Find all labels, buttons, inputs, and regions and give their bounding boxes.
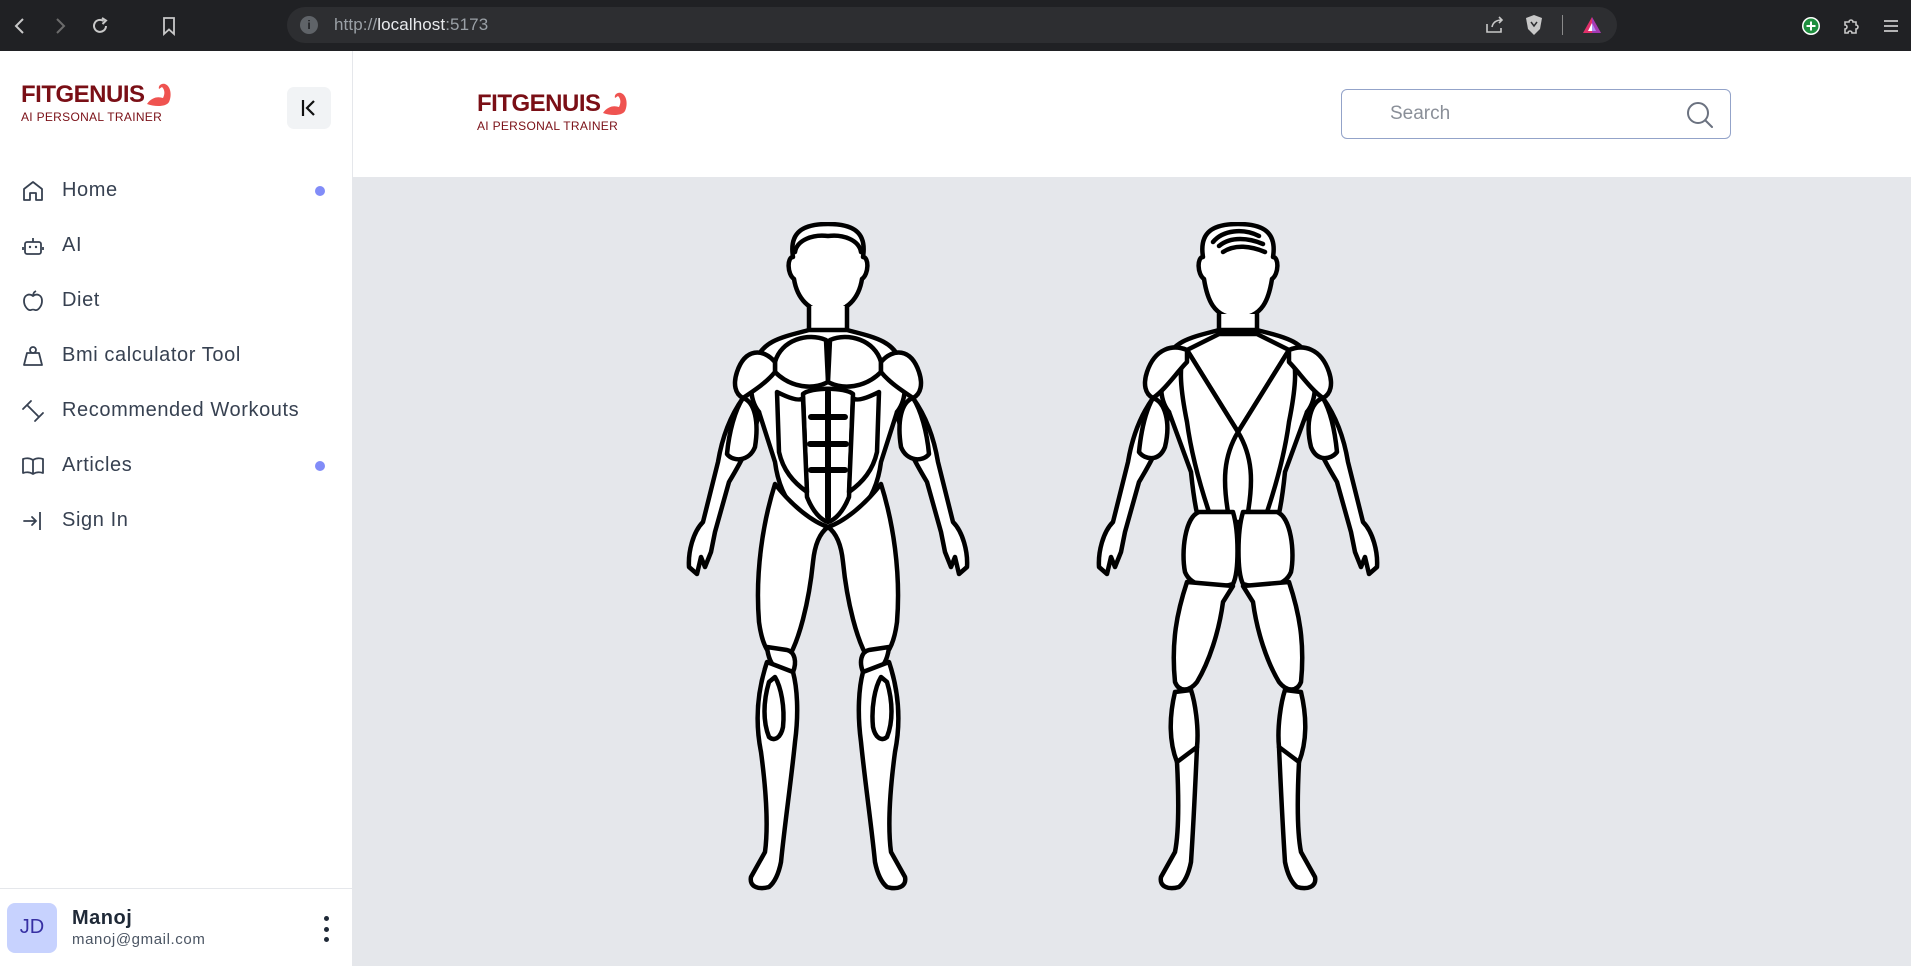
- reload-icon: [93, 16, 108, 33]
- user-name: Manoj: [72, 907, 133, 929]
- chevron-right-icon: [56, 17, 66, 34]
- url-host: localhost: [377, 15, 446, 34]
- avatar[interactable]: JD: [7, 902, 57, 953]
- chevron-left-icon: [14, 17, 24, 34]
- address-bar[interactable]: i http://localhost:5173: [287, 7, 1617, 43]
- sidebar-item-label: Recommended Workouts: [62, 399, 300, 421]
- robot-icon: [22, 237, 44, 255]
- brave-shield-icon[interactable]: [1524, 14, 1544, 36]
- search-input[interactable]: [1390, 103, 1670, 125]
- weight-icon: [23, 345, 43, 366]
- bookmark-icon: [163, 16, 175, 36]
- sidebar-item-label: Diet: [62, 289, 100, 311]
- sidebar-item-diet[interactable]: Diet: [20, 273, 333, 328]
- collapse-sidebar-button[interactable]: [287, 87, 331, 129]
- back-body-figure[interactable]: [1073, 222, 1403, 912]
- forward-button[interactable]: [40, 0, 80, 51]
- extensions-icon[interactable]: [1841, 16, 1861, 36]
- book-icon: [22, 456, 44, 475]
- share-icon[interactable]: [1484, 15, 1506, 35]
- apple-icon: [23, 289, 43, 311]
- sidebar-brand-logo[interactable]: FITGENUIS AI PERSONAL TRAINER: [21, 81, 173, 124]
- user-profile-card[interactable]: JD Manoj manoj@gmail.com: [0, 888, 353, 966]
- site-info-icon[interactable]: i: [300, 16, 318, 34]
- hamburger-menu-icon[interactable]: [1881, 16, 1901, 36]
- user-email: manoj@gmail.com: [72, 931, 206, 948]
- add-icon[interactable]: [1801, 16, 1821, 36]
- sidebar-item-label: Sign In: [62, 509, 129, 531]
- brand-tagline: AI PERSONAL TRAINER: [21, 110, 163, 124]
- right-lower-leg[interactable]: [1276, 744, 1318, 891]
- sidebar-item-home[interactable]: Home: [20, 163, 333, 218]
- browser-toolbar: i http://localhost:5173: [0, 0, 1911, 51]
- right-calf[interactable]: [870, 674, 894, 742]
- flexed-arm-icon: [602, 92, 627, 116]
- sidebar-item-label: Home: [62, 179, 118, 201]
- sidebar-item-recommended-workouts[interactable]: Recommended Workouts: [20, 383, 333, 438]
- sign-in-icon: [23, 511, 41, 530]
- notification-dot: [315, 185, 325, 196]
- sidebar-item-ai[interactable]: AI: [20, 218, 333, 273]
- left-tricep[interactable]: [1136, 395, 1170, 461]
- home-icon: [23, 180, 43, 201]
- left-bicep[interactable]: [724, 395, 759, 462]
- sidebar-item-sign-in[interactable]: Sign In: [20, 493, 333, 548]
- url-text[interactable]: http://localhost:5173: [334, 15, 488, 35]
- sidebar-item-bmi-calculator[interactable]: Bmi calculator Tool: [20, 328, 333, 383]
- sidebar-item-label: Articles: [62, 454, 133, 476]
- brand-name: FITGENUIS: [477, 90, 601, 117]
- back-button[interactable]: [0, 0, 40, 51]
- bookmark-button[interactable]: [156, 16, 182, 36]
- right-hamstring[interactable]: [1240, 579, 1305, 692]
- top-header: FITGENUIS AI PERSONAL TRAINER: [353, 51, 1911, 177]
- notification-dot: [315, 460, 325, 471]
- glute-muscle[interactable]: [1236, 509, 1295, 590]
- brand-name: FITGENUIS: [21, 81, 145, 108]
- body-map-area: [353, 177, 1911, 966]
- sidebar-item-label: Bmi calculator Tool: [62, 344, 241, 366]
- brave-rewards-icon[interactable]: [1581, 15, 1603, 35]
- left-calf[interactable]: [762, 674, 786, 742]
- search-box[interactable]: [1341, 89, 1731, 139]
- flexed-arm-icon: [146, 83, 171, 107]
- glute-muscle[interactable]: [1181, 509, 1240, 590]
- url-port: :5173: [445, 15, 489, 34]
- collapse-left-icon: [301, 100, 315, 116]
- url-divider: [1562, 15, 1563, 35]
- left-lower-leg[interactable]: [1158, 744, 1200, 891]
- dumbbell-icon: [22, 399, 44, 422]
- url-scheme: http://: [334, 15, 378, 34]
- header-brand-logo[interactable]: FITGENUIS AI PERSONAL TRAINER: [477, 90, 629, 133]
- left-hamstring[interactable]: [1171, 579, 1236, 692]
- brand-tagline: AI PERSONAL TRAINER: [477, 119, 619, 133]
- sidebar: FITGENUIS AI PERSONAL TRAINER Home AI Di…: [0, 51, 353, 966]
- search-icon[interactable]: [1686, 101, 1714, 129]
- reload-button[interactable]: [80, 0, 120, 51]
- right-bicep[interactable]: [897, 395, 932, 462]
- front-body-figure[interactable]: [663, 222, 993, 912]
- more-options-icon[interactable]: [321, 916, 331, 942]
- sidebar-item-label: AI: [62, 234, 83, 256]
- sidebar-menu: Home AI Diet Bmi calculator Tool Recomme…: [20, 163, 333, 548]
- sidebar-item-articles[interactable]: Articles: [20, 438, 333, 493]
- right-tricep[interactable]: [1306, 395, 1340, 461]
